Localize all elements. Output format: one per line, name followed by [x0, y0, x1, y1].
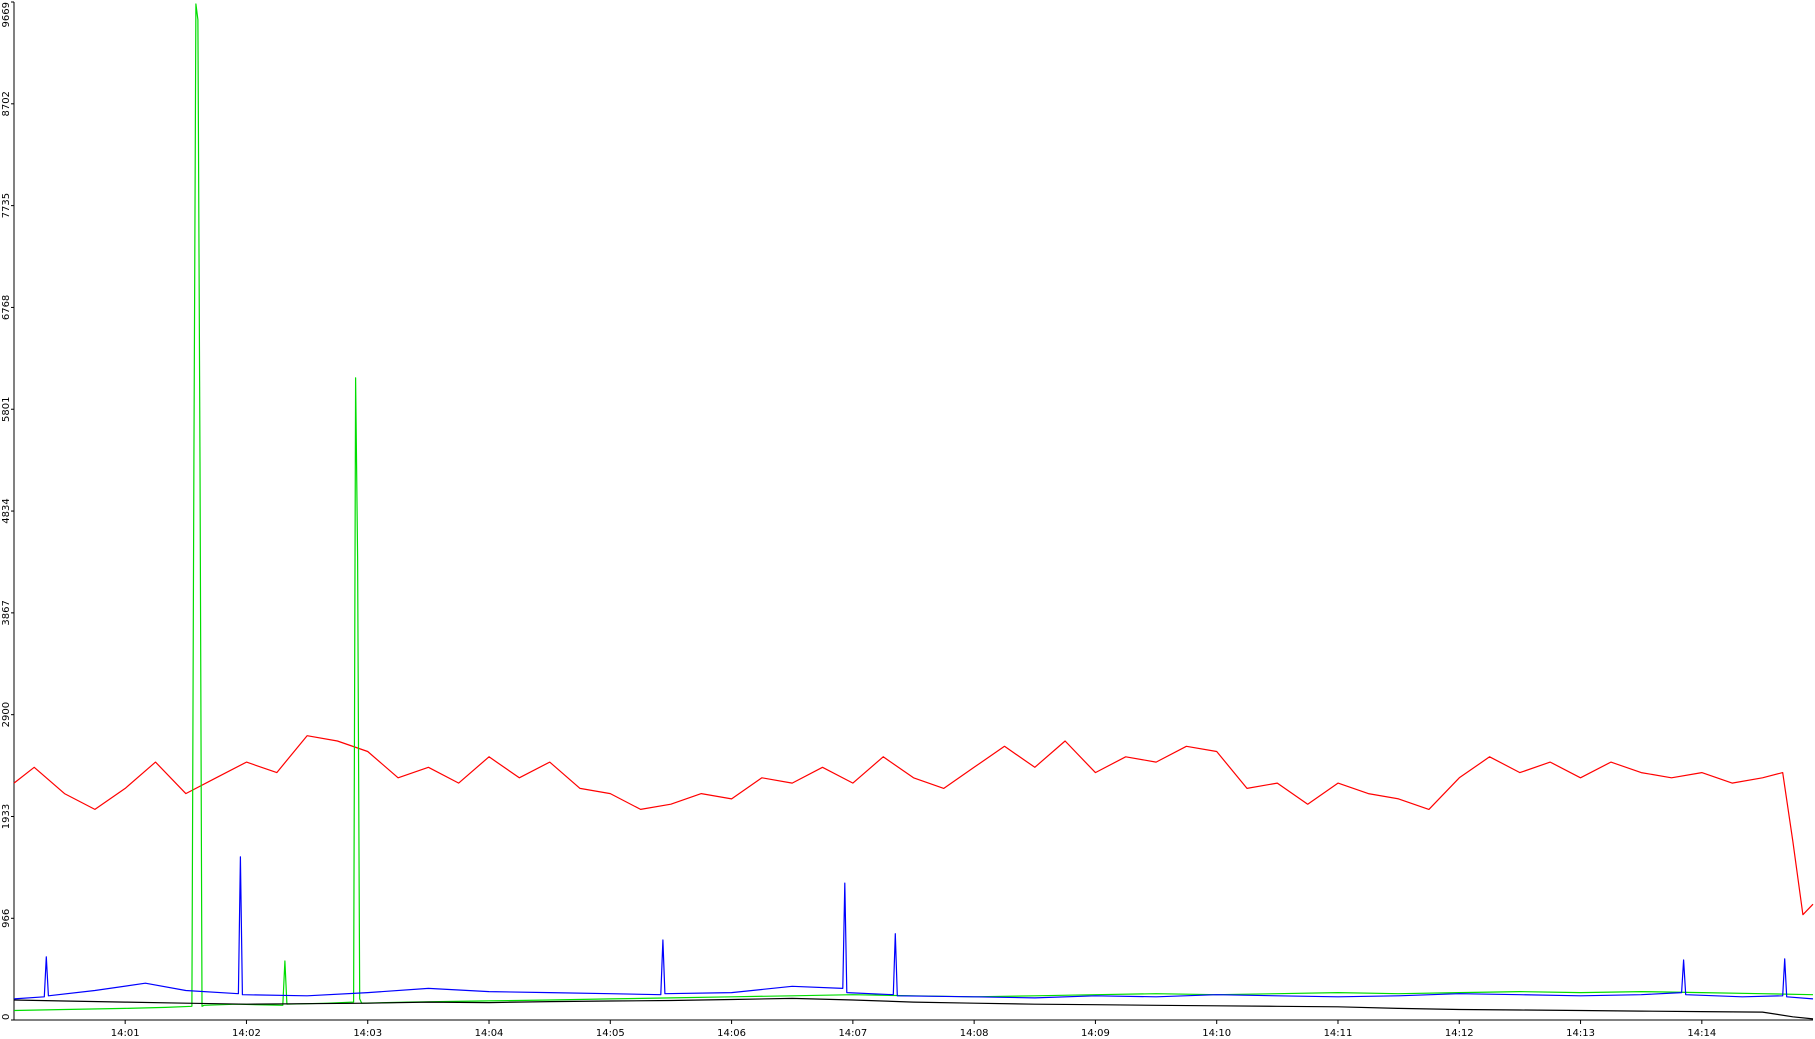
x-tick-label: 14:03	[353, 1028, 382, 1039]
y-tick-label: 7735	[1, 193, 12, 218]
x-tick-label: 14:02	[232, 1028, 261, 1039]
x-tick-label: 14:13	[1566, 1028, 1595, 1039]
x-tick-label: 14:09	[1081, 1028, 1110, 1039]
y-tick-label: 2900	[1, 702, 12, 727]
y-tick-label: 0	[1, 1014, 12, 1020]
axes	[11, 1, 1813, 1024]
y-tick-label: 1933	[1, 804, 12, 829]
x-tick-label: 14:06	[717, 1028, 746, 1039]
x-tick-label: 14:11	[1324, 1028, 1353, 1039]
series-layer	[13, 3, 1814, 1020]
y-tick-label: 9669	[1, 2, 12, 27]
chart-canvas: 0 966 1933 2900 3867 4834 5801 6768 7735 8702 9669…	[1, 1, 1814, 1039]
x-tick-label: 14:05	[596, 1028, 625, 1039]
series-line-2	[13, 3, 1814, 1012]
series-line-4	[13, 997, 1814, 1020]
y-tick-label: 8702	[1, 91, 12, 116]
x-tick-label: 14:12	[1445, 1028, 1474, 1039]
x-tick-label: 14:04	[475, 1028, 504, 1039]
y-tick-label: 3867	[1, 600, 12, 625]
x-tick-label: 14:07	[838, 1028, 867, 1039]
line-chart: 0 966 1933 2900 3867 4834 5801 6768 7735 8702 9669…	[0, 0, 1815, 1039]
y-tick-label: 966	[1, 909, 12, 928]
x-tick-label: 14:10	[1202, 1028, 1231, 1039]
y-tick-label: 5801	[1, 397, 12, 422]
y-tick-label: 6768	[1, 295, 12, 320]
tick-labels: 0 966 1933 2900 3867 4834 5801 6768 7735 8702 9669…	[1, 2, 1716, 1039]
x-tick-label: 14:01	[111, 1028, 140, 1039]
x-tick-label: 14:14	[1687, 1028, 1716, 1039]
y-tick-label: 4834	[1, 498, 12, 523]
x-tick-label: 14:08	[960, 1028, 989, 1039]
series-line-1	[13, 735, 1814, 916]
